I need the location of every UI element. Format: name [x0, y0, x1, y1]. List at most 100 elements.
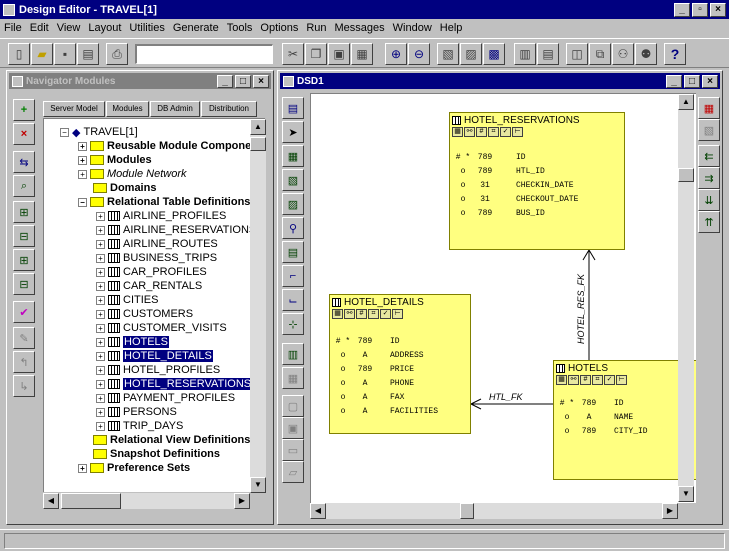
people-icon[interactable]: ⚉: [635, 43, 657, 65]
tree-table-item-selected[interactable]: + HOTEL_RESERVATIONS: [96, 377, 253, 391]
expand-toggle[interactable]: +: [78, 463, 87, 473]
tool-trigger-icon[interactable]: ⊢: [512, 127, 523, 137]
shape-tool-d-icon[interactable]: ▱: [282, 461, 304, 483]
scroll-thumb[interactable]: [678, 168, 694, 182]
delete-icon[interactable]: ×: [13, 123, 35, 145]
tree-table-item[interactable]: + CITIES: [96, 293, 158, 307]
tree-folder-module-network[interactable]: + Module Network: [78, 167, 186, 181]
diagram-vertical-scrollbar[interactable]: ▲ ▼: [678, 94, 694, 502]
app-icon[interactable]: [3, 3, 15, 16]
column-row[interactable]: o 789 CITY_ID: [556, 425, 648, 437]
tree-table-item[interactable]: + PERSONS: [96, 405, 177, 419]
column-row[interactable]: o 31 CHECKIN_DATE: [452, 179, 574, 191]
link-tool-b-icon[interactable]: ⌙: [282, 289, 304, 311]
tab-modules[interactable]: Modules: [106, 101, 149, 117]
shape-tool-b-icon[interactable]: ▣: [282, 417, 304, 439]
print-icon[interactable]: ⎙: [106, 43, 128, 65]
column-row[interactable]: o A PHONE: [332, 377, 414, 389]
column-row[interactable]: o A ADDRESS: [332, 349, 424, 361]
menu-window[interactable]: Window: [393, 22, 432, 34]
create-icon[interactable]: +: [13, 99, 35, 121]
tree-table-item[interactable]: + AIRLINE_PROFILES: [96, 209, 226, 223]
tree-table-item-selected[interactable]: + HOTEL_DETAILS: [96, 349, 213, 363]
tab-server-model[interactable]: Server Model: [43, 101, 105, 117]
collapse-toggle[interactable]: −: [78, 197, 87, 207]
module-icon[interactable]: ⧉: [589, 43, 611, 65]
generate-icon[interactable]: ▧: [437, 43, 459, 65]
tool-c-icon[interactable]: ↳: [13, 375, 35, 397]
scroll-right-icon[interactable]: ▶: [234, 493, 250, 509]
column-row[interactable]: # * 789 ID: [332, 335, 400, 347]
expand-toggle[interactable]: +: [96, 365, 105, 375]
form-icon[interactable]: ▤: [537, 43, 559, 65]
diagram-close-icon[interactable]: ×: [702, 74, 718, 88]
pointer-icon[interactable]: ➤: [282, 121, 304, 143]
open-icon[interactable]: ▰: [31, 43, 53, 65]
restore-icon[interactable]: ▫: [692, 2, 708, 17]
menu-tools[interactable]: Tools: [227, 22, 253, 34]
tool-grid-icon[interactable]: ▦: [556, 375, 567, 385]
column-row[interactable]: o A NAME: [556, 411, 634, 423]
column-row[interactable]: # * 789 ID: [556, 397, 624, 409]
expand-toggle[interactable]: +: [96, 407, 105, 417]
tool-trigger-icon[interactable]: ⊢: [616, 375, 627, 385]
expand-toggle[interactable]: +: [96, 267, 105, 277]
menu-edit[interactable]: Edit: [30, 22, 49, 34]
menu-options[interactable]: Options: [260, 22, 298, 34]
menu-messages[interactable]: Messages: [335, 22, 385, 34]
column-row[interactable]: o A FACILITIES: [332, 405, 438, 417]
expand-toggle[interactable]: +: [78, 155, 87, 165]
tree-table-item-selected[interactable]: + HOTELS: [96, 335, 170, 349]
palette-properties-icon[interactable]: ▤: [282, 97, 304, 119]
copy-icon[interactable]: ❐: [305, 43, 327, 65]
column-row[interactable]: o 31 CHECKOUT_DATE: [452, 193, 579, 205]
tree-folder-relational-tables[interactable]: − Relational Table Definitions: [78, 195, 250, 209]
tool-key-icon[interactable]: #: [580, 375, 591, 385]
tree-table-item[interactable]: + TRIP_DAYS: [96, 419, 183, 433]
paste-icon[interactable]: ▣: [328, 43, 350, 65]
expand-toggle[interactable]: +: [96, 421, 105, 431]
tree-root[interactable]: − ◆ TRAVEL[1]: [60, 125, 138, 139]
expand-toggle[interactable]: +: [78, 141, 87, 151]
snapshot-tool-icon[interactable]: ▨: [282, 193, 304, 215]
tool-b-icon[interactable]: ↰: [13, 351, 35, 373]
find-icon[interactable]: ⌕: [13, 175, 35, 197]
tool-fk-icon[interactable]: ⚯: [568, 375, 579, 385]
tree-folder-reusable[interactable]: + Reusable Module Components: [78, 139, 265, 153]
tree-table-item[interactable]: + HOTEL_PROFILES: [96, 363, 220, 377]
expand-toggle[interactable]: +: [96, 295, 105, 305]
tree-table-item[interactable]: + BUSINESS_TRIPS: [96, 251, 217, 265]
scroll-left-icon[interactable]: ◀: [43, 493, 59, 509]
tree-folder-preference-sets[interactable]: + Preference Sets: [78, 461, 190, 475]
new-icon[interactable]: ▯: [8, 43, 30, 65]
users-icon[interactable]: ⚇: [612, 43, 634, 65]
column-row[interactable]: o 789 BUS_ID: [452, 207, 545, 219]
right-tool-d-icon[interactable]: ⇉: [698, 167, 720, 189]
chart-icon[interactable]: ▥: [514, 43, 536, 65]
menu-view[interactable]: View: [57, 22, 81, 34]
tool-a-icon[interactable]: ✎: [13, 327, 35, 349]
expand-toggle[interactable]: +: [96, 351, 105, 361]
collapse-all-icon[interactable]: ⊟: [13, 225, 35, 247]
tree-folder-snapshots[interactable]: Snapshot Definitions: [90, 447, 220, 461]
navigator-horizontal-scrollbar[interactable]: ◀ ▶: [43, 493, 250, 509]
tree-folder-modules[interactable]: + Modules: [78, 153, 152, 167]
diagram-window-icon[interactable]: [283, 75, 294, 87]
tool-key-icon[interactable]: #: [356, 309, 367, 319]
link-tool-c-icon[interactable]: ⊹: [282, 313, 304, 335]
fk-tool-icon[interactable]: ⚲: [282, 217, 304, 239]
diagram-minimize-icon[interactable]: _: [666, 74, 682, 88]
minimize-icon[interactable]: _: [674, 2, 690, 17]
properties-icon[interactable]: ◫: [566, 43, 588, 65]
navigator-maximize-icon[interactable]: □: [235, 74, 251, 88]
menu-run[interactable]: Run: [306, 22, 326, 34]
tree-table-item[interactable]: + PAYMENT_PROFILES: [96, 391, 235, 405]
tree-table-item[interactable]: + AIRLINE_ROUTES: [96, 237, 218, 251]
collapse-branch-icon[interactable]: ⊟: [13, 273, 35, 295]
entity-hotel-details[interactable]: HOTEL_DETAILS ▦ ⚯ # ⌗ ✓ ⊢ # * 789 ID o A ADDRESS …: [329, 294, 471, 434]
link-tool-a-icon[interactable]: ⌐: [282, 265, 304, 287]
menu-file[interactable]: File: [4, 22, 22, 34]
right-tool-e-icon[interactable]: ⇊: [698, 189, 720, 211]
scroll-down-icon[interactable]: ▼: [678, 486, 694, 502]
tool-trigger-icon[interactable]: ⊢: [392, 309, 403, 319]
